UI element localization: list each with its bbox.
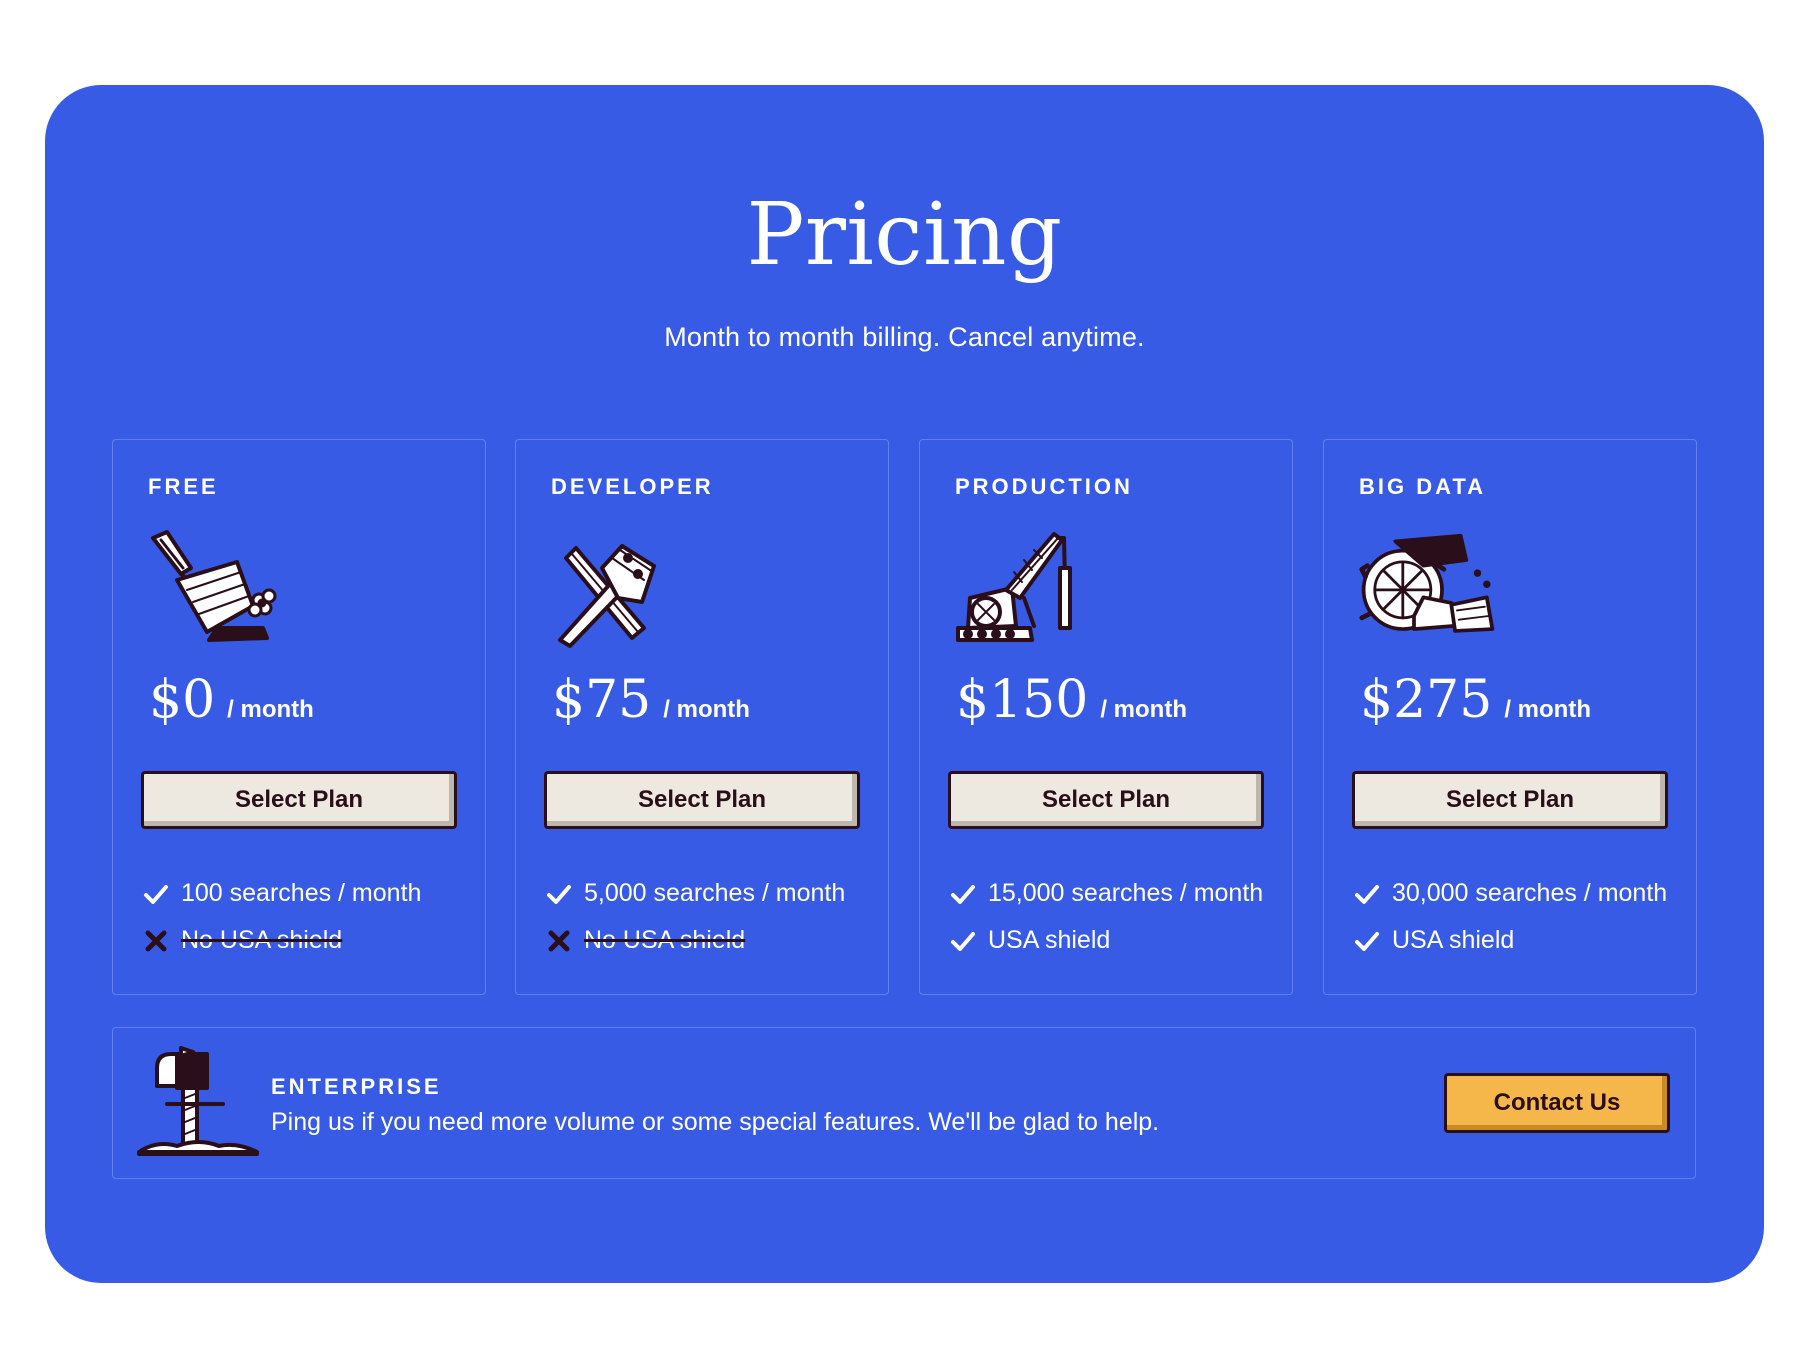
price-period: / month xyxy=(663,696,750,723)
cross-icon xyxy=(548,930,570,951)
price-amount: $150 xyxy=(956,670,1089,730)
bucket-wheel-excavator-icon xyxy=(1359,533,1495,633)
enterprise-description: Ping us if you need more volume or some … xyxy=(271,1108,1160,1136)
price: $0 / month xyxy=(149,670,314,730)
pricing-panel: Pricing Month to month billing. Cancel a… xyxy=(45,85,1764,1283)
feature-list: 15,000 searches / month USA shield xyxy=(950,870,1292,964)
crane-icon xyxy=(956,532,1072,642)
feature-text: No USA shield xyxy=(584,926,746,954)
page-subtitle: Month to month billing. Cancel anytime. xyxy=(664,322,1145,352)
mailbox-icon xyxy=(137,1046,259,1156)
feature-item: 100 searches / month xyxy=(143,870,485,917)
enterprise-card: ENTERPRISE Ping us if you need more volu… xyxy=(112,1027,1696,1179)
feature-item: USA shield xyxy=(1354,917,1696,964)
feature-text: USA shield xyxy=(988,926,1111,954)
feature-list: 5,000 searches / month No USA shield xyxy=(546,870,888,964)
feature-item: 30,000 searches / month xyxy=(1354,870,1696,917)
check-icon xyxy=(547,884,571,904)
contact-us-button[interactable]: Contact Us xyxy=(1444,1073,1670,1133)
feature-text: 5,000 searches / month xyxy=(584,879,846,907)
feature-item: 5,000 searches / month xyxy=(546,870,888,917)
feature-item: No USA shield xyxy=(143,917,485,964)
select-plan-button-big-data[interactable]: Select Plan xyxy=(1352,771,1668,829)
plan-card-free: FREE $0 / month Select Plan 100 searches… xyxy=(112,439,486,995)
select-plan-button-free[interactable]: Select Plan xyxy=(141,771,457,829)
plan-card-big-data: BIG DATA $275 / month Select Plan 30,000… xyxy=(1323,439,1697,995)
price-amount: $0 xyxy=(149,670,216,730)
plan-name: BIG DATA xyxy=(1359,474,1487,499)
select-plan-button-developer[interactable]: Select Plan xyxy=(544,771,860,829)
feature-item: No USA shield xyxy=(546,917,888,964)
feature-list: 30,000 searches / month USA shield xyxy=(1354,870,1696,964)
price: $75 / month xyxy=(552,670,750,730)
hammer-icon xyxy=(558,544,656,648)
plan-name: PRODUCTION xyxy=(955,474,1133,499)
page-title: Pricing xyxy=(746,185,1063,285)
feature-list: 100 searches / month No USA shield xyxy=(143,870,485,964)
price-period: / month xyxy=(227,696,314,723)
price-amount: $75 xyxy=(552,670,652,730)
feature-item: 15,000 searches / month xyxy=(950,870,1292,917)
check-icon xyxy=(144,884,168,904)
plan-card-production: PRODUCTION $150 / month Select Plan 15,0… xyxy=(919,439,1293,995)
feature-text: USA shield xyxy=(1392,926,1515,954)
check-icon xyxy=(1355,931,1379,951)
feature-text: No USA shield xyxy=(181,926,343,954)
feature-item: USA shield xyxy=(950,917,1292,964)
check-icon xyxy=(1355,884,1379,904)
price: $150 / month xyxy=(956,670,1187,730)
price-period: / month xyxy=(1504,696,1591,723)
check-icon xyxy=(951,931,975,951)
feature-text: 30,000 searches / month xyxy=(1392,879,1668,907)
plan-name: FREE xyxy=(148,474,219,499)
trowel-icon xyxy=(151,530,277,642)
price: $275 / month xyxy=(1360,670,1591,730)
select-plan-button-production[interactable]: Select Plan xyxy=(948,771,1264,829)
check-icon xyxy=(951,884,975,904)
plan-card-developer: DEVELOPER $75 / month Select Plan 5,000 … xyxy=(515,439,889,995)
price-period: / month xyxy=(1100,696,1187,723)
feature-text: 15,000 searches / month xyxy=(988,879,1264,907)
feature-text: 100 searches / month xyxy=(181,879,422,907)
plan-name: DEVELOPER xyxy=(551,474,714,499)
enterprise-title: ENTERPRISE xyxy=(271,1074,442,1099)
price-amount: $275 xyxy=(1360,670,1493,730)
cross-icon xyxy=(145,930,167,951)
